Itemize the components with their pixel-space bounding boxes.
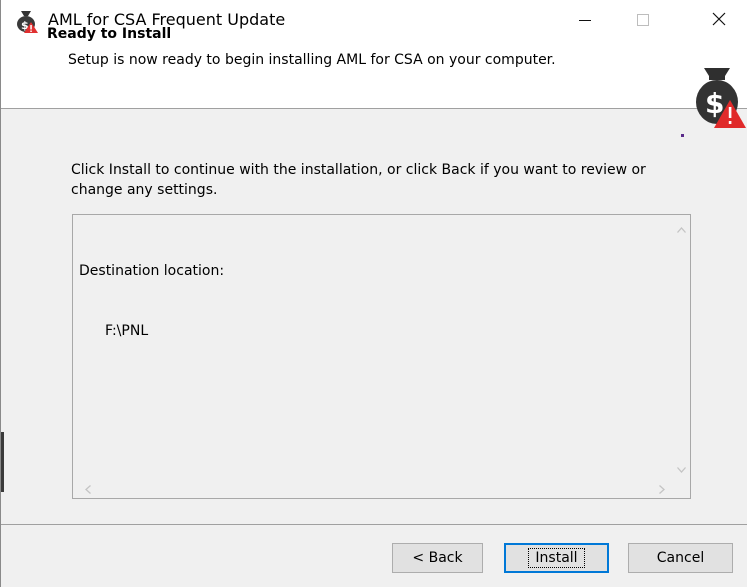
ready-memo[interactable]: Destination location: F:\PNL	[72, 214, 691, 499]
memo-text[interactable]: Destination location: F:\PNL	[79, 221, 224, 381]
back-button[interactable]: < Back	[392, 543, 483, 573]
decorative-dot	[681, 134, 684, 137]
wizard-header	[1, 40, 747, 109]
minimize-icon	[579, 11, 591, 30]
money-bag-warning-icon: $	[13, 8, 39, 34]
horizontal-scrollbar[interactable]	[73, 481, 674, 498]
scroll-down-icon[interactable]	[673, 461, 690, 478]
minimize-button[interactable]	[556, 0, 614, 40]
cancel-button[interactable]: Cancel	[628, 543, 733, 573]
install-button-label: Install	[528, 548, 585, 568]
page-subtitle: Setup is now ready to begin installing A…	[68, 52, 556, 68]
close-button[interactable]	[690, 0, 747, 40]
page-title: Ready to Install	[47, 26, 172, 42]
money-bag-warning-icon: $	[690, 66, 746, 130]
install-button[interactable]: Install	[504, 543, 609, 573]
instruction-text: Click Install to continue with the insta…	[71, 162, 646, 198]
maximize-icon	[637, 11, 649, 30]
maximize-button[interactable]	[614, 0, 672, 40]
button-divider	[1, 524, 747, 525]
close-icon	[712, 11, 726, 30]
window-edge-mark	[1, 432, 4, 492]
memo-line-destination: Destination location:	[79, 263, 225, 279]
scroll-up-icon[interactable]	[673, 221, 690, 238]
installer-window: $ AML for CSA Frequent Update Ready to I…	[0, 0, 747, 587]
memo-line-path: F:\PNL	[105, 323, 149, 339]
vertical-scrollbar[interactable]	[673, 215, 690, 482]
scroll-left-icon[interactable]	[79, 481, 96, 498]
scroll-right-icon[interactable]	[653, 481, 670, 498]
